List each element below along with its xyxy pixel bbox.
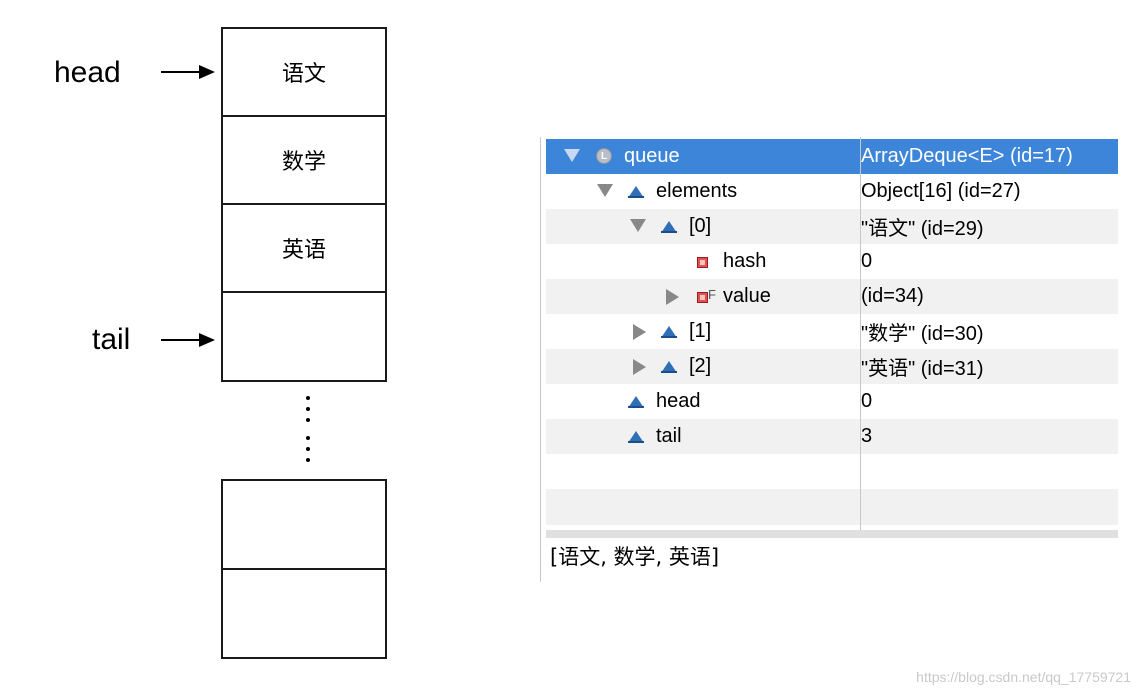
field-icon <box>628 186 644 198</box>
expand-toggle-icon[interactable] <box>597 184 613 197</box>
watermark: https://blog.csdn.net/qq_17759721 <box>916 669 1131 685</box>
tail-arrow <box>161 333 215 347</box>
variable-name: tail <box>656 425 682 447</box>
ellipsis-dot <box>306 447 310 451</box>
variable-row-index-2[interactable]: [2] "英语" (id=31) <box>546 349 1118 384</box>
ellipsis-dot <box>306 436 310 440</box>
variable-row-queue[interactable]: L queue ArrayDeque<E> (id=17) <box>546 139 1118 174</box>
private-final-field-icon: F <box>697 287 716 303</box>
head-arrow <box>161 65 215 79</box>
variable-row-hash[interactable]: hash 0 <box>546 244 1118 279</box>
variable-value: (id=34) <box>861 285 924 307</box>
field-icon <box>628 396 644 408</box>
variable-name: queue <box>624 145 680 167</box>
detail-pane-sash[interactable] <box>546 530 1118 538</box>
array-cell-2: 英语 <box>221 203 387 293</box>
expand-toggle-icon[interactable] <box>564 149 580 162</box>
variable-name: [2] <box>689 355 712 377</box>
private-field-icon <box>697 257 708 268</box>
variable-name: elements <box>656 180 738 202</box>
variable-name: head <box>656 390 701 412</box>
view-border <box>540 137 541 582</box>
variable-value: 0 <box>861 390 873 412</box>
field-icon <box>661 221 677 233</box>
variable-value: 3 <box>861 425 873 447</box>
expand-toggle-icon[interactable] <box>630 219 646 232</box>
ellipsis-dot <box>306 396 310 400</box>
field-icon <box>661 326 677 338</box>
variable-value: "语文" (id=29) <box>861 218 984 240</box>
expand-toggle-icon[interactable] <box>633 359 646 375</box>
tail-label: tail <box>92 323 131 356</box>
expand-toggle-icon[interactable] <box>666 289 679 305</box>
array-cell-n <box>221 568 387 659</box>
variables-view: L queue ArrayDeque<E> (id=17) elements O… <box>540 137 1120 582</box>
variable-value: "英语" (id=31) <box>861 358 984 380</box>
variable-name: [1] <box>689 320 712 342</box>
array-cell-0: 语文 <box>221 27 387 117</box>
column-divider[interactable] <box>860 137 861 530</box>
variable-value: Object[16] (id=27) <box>861 180 1021 202</box>
variable-row-elements[interactable]: elements Object[16] (id=27) <box>546 174 1118 209</box>
array-cell-3 <box>221 291 387 382</box>
array-cell-1: 数学 <box>221 115 387 205</box>
variable-row-value[interactable]: F value (id=34) <box>546 279 1118 314</box>
variable-value: "数学" (id=30) <box>861 323 984 345</box>
variable-name: hash <box>723 250 767 272</box>
variable-name: [0] <box>689 215 712 237</box>
variable-row-index-1[interactable]: [1] "数学" (id=30) <box>546 314 1118 349</box>
variable-row-tail[interactable]: tail 3 <box>546 419 1118 454</box>
head-label: head <box>54 56 121 89</box>
variable-value: 0 <box>861 250 873 272</box>
variable-value: ArrayDeque<E> (id=17) <box>861 145 1073 167</box>
variable-name: value <box>723 285 771 307</box>
field-icon <box>661 361 677 373</box>
ellipsis-dot <box>306 407 310 411</box>
local-variable-icon: L <box>596 148 612 164</box>
ellipsis-dot <box>306 458 310 462</box>
field-icon <box>628 431 644 443</box>
expand-toggle-icon[interactable] <box>633 324 646 340</box>
ellipsis-dot <box>306 418 310 422</box>
array-cell-n-1 <box>221 479 387 570</box>
final-marker-icon: F <box>708 287 716 302</box>
empty-row <box>546 489 1118 525</box>
variable-row-index-0[interactable]: [0] "语文" (id=29) <box>546 209 1118 244</box>
empty-row <box>546 454 1118 489</box>
variable-row-head[interactable]: head 0 <box>546 384 1118 419</box>
detail-pane-text[interactable]: [语文, 数学, 英语] <box>550 541 719 571</box>
